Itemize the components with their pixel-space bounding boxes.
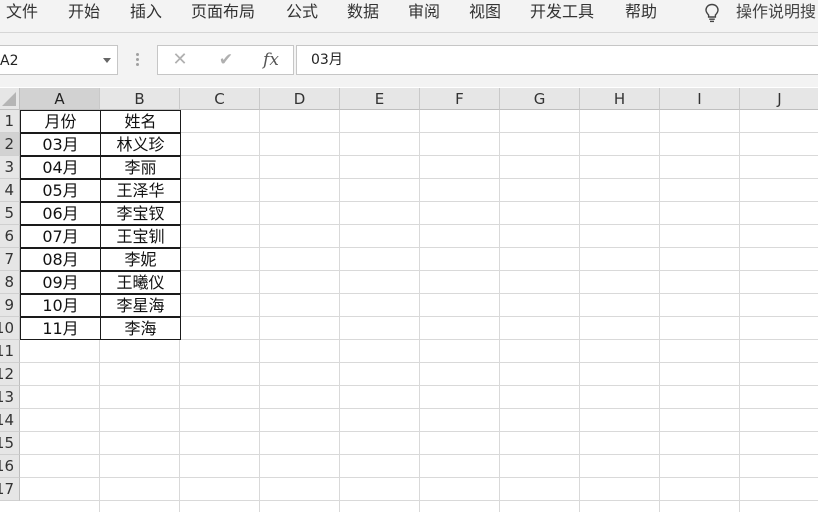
table-header-cell[interactable]: 姓名 (100, 110, 181, 133)
row-number: 5 (4, 204, 14, 222)
enter-icon[interactable]: ✔ (214, 46, 238, 74)
row-number: 1 (4, 112, 14, 130)
table-cell[interactable]: 李妮 (100, 248, 181, 271)
row-number: 17 (0, 480, 14, 498)
table-cell[interactable]: 11月 (20, 317, 101, 340)
table-cell[interactable]: 03月 (20, 133, 101, 156)
row-number: 8 (4, 273, 14, 291)
row-header-6[interactable]: 6 (0, 225, 20, 248)
menu-developer[interactable]: 开发工具 (530, 0, 594, 24)
row-header-14[interactable]: 14 (0, 409, 20, 432)
table-cell[interactable]: 李海 (100, 317, 181, 340)
table-cell[interactable]: 李宝钗 (100, 202, 181, 225)
menu-formulas[interactable]: 公式 (286, 0, 318, 24)
table-cell[interactable]: 王宝钏 (100, 225, 181, 248)
row-header-2[interactable]: 2 (0, 133, 20, 156)
menu-view[interactable]: 视图 (469, 0, 501, 24)
formula-bar-area: A2 ✕ ✔ fx 03月 (0, 33, 818, 87)
select-all-button[interactable] (0, 88, 20, 110)
table-cell[interactable]: 07月 (20, 225, 101, 248)
name-box-value: A2 (0, 53, 19, 69)
row-header-3[interactable]: 3 (0, 156, 20, 179)
column-header-h[interactable]: H (580, 88, 660, 110)
cell-area[interactable]: 月份 姓名 03月 林义珍 04月 李丽 05月 王泽华 06月 李宝钗 07月… (20, 110, 818, 512)
tell-me-search[interactable]: 操作说明搜 (736, 0, 816, 24)
column-header-c[interactable]: C (180, 88, 260, 110)
table-header-cell[interactable]: 月份 (20, 110, 101, 133)
row-number: 3 (4, 158, 14, 176)
table-cell[interactable]: 06月 (20, 202, 101, 225)
row-number: 15 (0, 434, 14, 452)
row-number: 13 (0, 388, 14, 406)
row-header-12[interactable]: 12 (0, 363, 20, 386)
row-number: 14 (0, 411, 14, 429)
table-cell[interactable]: 李丽 (100, 156, 181, 179)
table-cell[interactable]: 王曦仪 (100, 271, 181, 294)
formula-buttons: ✕ ✔ fx (157, 45, 294, 75)
ribbon-menu-bar: 文件 开始 插入 页面布局 公式 数据 审阅 视图 开发工具 帮助 操作说明搜 (0, 0, 818, 33)
cancel-icon[interactable]: ✕ (168, 46, 192, 74)
row-number: 6 (4, 227, 14, 245)
row-header-5[interactable]: 5 (0, 202, 20, 225)
row-header-4[interactable]: 4 (0, 179, 20, 202)
menu-data[interactable]: 数据 (347, 0, 379, 24)
menu-help[interactable]: 帮助 (625, 0, 657, 24)
table-cell[interactable]: 05月 (20, 179, 101, 202)
row-number: 12 (0, 365, 14, 383)
menu-file[interactable]: 文件 (6, 0, 38, 24)
menu-review[interactable]: 审阅 (408, 0, 440, 24)
row-header-11[interactable]: 11 (0, 340, 20, 363)
row-header-10[interactable]: 10 (0, 317, 20, 340)
insert-function-icon[interactable]: fx (258, 46, 284, 74)
column-header-f[interactable]: F (420, 88, 500, 110)
table-cell[interactable]: 08月 (20, 248, 101, 271)
row-header-17[interactable]: 17 (0, 478, 20, 501)
menu-home[interactable]: 开始 (68, 0, 100, 24)
row-header-1[interactable]: 1 (0, 110, 20, 133)
formula-input[interactable]: 03月 (296, 45, 818, 75)
column-header-e[interactable]: E (340, 88, 420, 110)
column-header-g[interactable]: G (500, 88, 580, 110)
table-cell[interactable]: 04月 (20, 156, 101, 179)
drag-handle-icon[interactable] (136, 53, 140, 67)
row-header-9[interactable]: 9 (0, 294, 20, 317)
row-number: 10 (0, 319, 14, 337)
column-header-i[interactable]: I (660, 88, 740, 110)
row-number: 7 (4, 250, 14, 268)
worksheet-grid: A B C D E F G H I J 1 2 3 4 5 6 7 8 9 10… (0, 88, 818, 512)
row-number: 4 (4, 181, 14, 199)
table-cell[interactable]: 10月 (20, 294, 101, 317)
table-cell[interactable]: 林义珍 (100, 133, 181, 156)
row-number: 11 (0, 342, 14, 360)
row-header-7[interactable]: 7 (0, 248, 20, 271)
row-header-16[interactable]: 16 (0, 455, 20, 478)
row-number: 2 (4, 135, 14, 153)
row-header-8[interactable]: 8 (0, 271, 20, 294)
row-number: 9 (4, 296, 14, 314)
column-header-b[interactable]: B (100, 88, 180, 110)
menu-page-layout[interactable]: 页面布局 (191, 0, 255, 24)
table-cell[interactable]: 王泽华 (100, 179, 181, 202)
column-header-a[interactable]: A (20, 88, 100, 110)
name-box[interactable]: A2 (0, 45, 118, 75)
column-header-j[interactable]: J (740, 88, 818, 110)
formula-content: 03月 (311, 52, 343, 68)
row-header-15[interactable]: 15 (0, 432, 20, 455)
table-cell[interactable]: 李星海 (100, 294, 181, 317)
table-cell[interactable]: 09月 (20, 271, 101, 294)
chevron-down-icon[interactable] (103, 58, 111, 63)
column-header-d[interactable]: D (260, 88, 340, 110)
menu-insert[interactable]: 插入 (130, 0, 162, 24)
row-number: 16 (0, 457, 14, 475)
lightbulb-icon[interactable] (704, 3, 720, 23)
row-header-13[interactable]: 13 (0, 386, 20, 409)
